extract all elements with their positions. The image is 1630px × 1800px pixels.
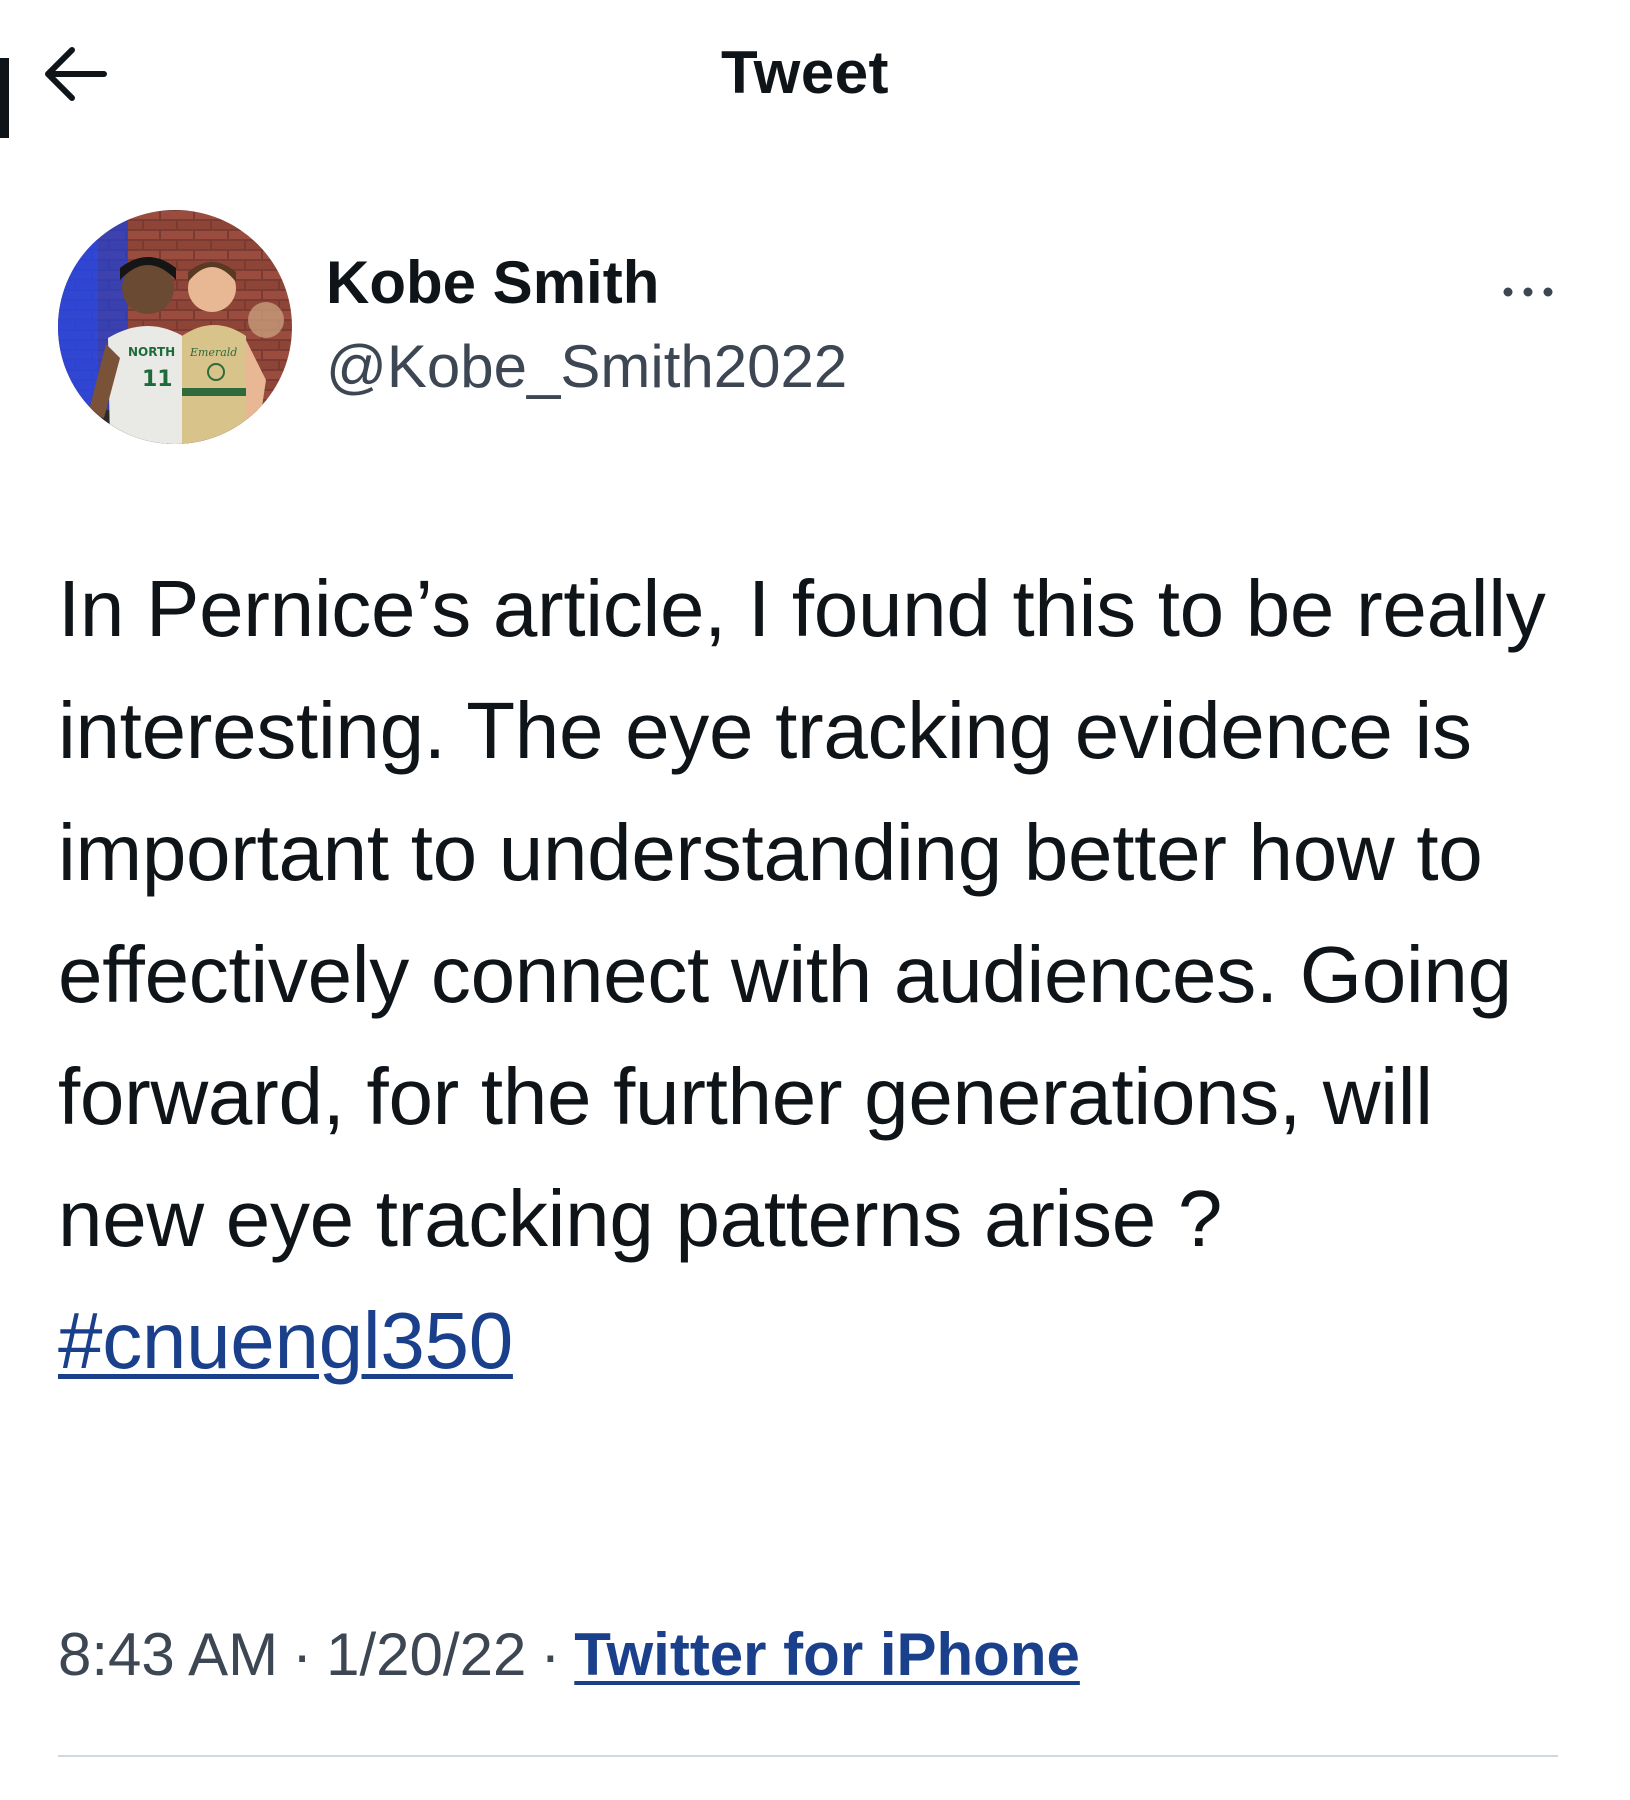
user-handle[interactable]: @Kobe_Smith2022 bbox=[326, 332, 847, 401]
tweet-meta: 8:43 AM · 1/20/22 · Twitter for iPhone bbox=[58, 1620, 1080, 1689]
hashtag-link[interactable]: #cnuengl350 bbox=[58, 1296, 513, 1385]
avatar-photo: NORTH 11 Emerald bbox=[58, 210, 292, 444]
top-bar: Tweet bbox=[0, 0, 1630, 150]
divider bbox=[58, 1755, 1558, 1757]
page-title: Tweet bbox=[720, 39, 890, 106]
tweet-time: 8:43 AM bbox=[58, 1621, 279, 1688]
more-options-button[interactable] bbox=[1488, 272, 1568, 312]
meta-separator: · bbox=[292, 1621, 313, 1688]
display-name[interactable]: Kobe Smith bbox=[326, 248, 659, 317]
source-app-link[interactable]: Twitter for iPhone bbox=[574, 1621, 1080, 1688]
tweet-body: In Pernice’s article, I found this to be… bbox=[58, 548, 1558, 1402]
ellipsis-icon bbox=[1503, 287, 1553, 297]
tweet-author: NORTH 11 Emerald Kobe Smith @Kobe_Smith2… bbox=[58, 210, 1558, 450]
tweet-text: In Pernice’s article, I found this to be… bbox=[58, 564, 1546, 1263]
tweet-date: 1/20/22 bbox=[326, 1621, 527, 1688]
svg-text:11: 11 bbox=[142, 367, 173, 392]
meta-separator: · bbox=[540, 1621, 561, 1688]
svg-text:NORTH: NORTH bbox=[128, 345, 175, 359]
avatar[interactable]: NORTH 11 Emerald bbox=[58, 210, 292, 444]
svg-text:Emerald: Emerald bbox=[189, 346, 237, 359]
